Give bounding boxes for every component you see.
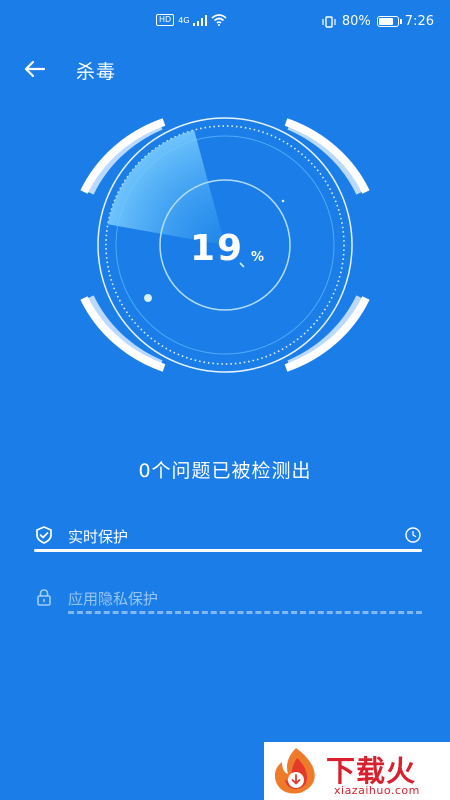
back-button[interactable] [20, 56, 50, 86]
lock-icon [37, 589, 51, 606]
flame-logo-icon [274, 748, 315, 794]
status-bar: HD 4G 80% 7:26 [0, 0, 450, 44]
signal-icon [193, 14, 208, 26]
scan-progress-unit: % [251, 250, 265, 265]
vibrate-icon [322, 15, 336, 28]
scan-progress-value: 19 [190, 228, 245, 269]
app-privacy-progress [68, 611, 422, 614]
scan-summary: 0个问题已被检测出 [138, 460, 312, 482]
watermark-logo: 下载火 xiazaihuo.com [264, 742, 450, 800]
scan-dot [144, 294, 152, 302]
page-title: 杀毒 [76, 61, 117, 83]
app-privacy-label: 应用隐私保护 [68, 590, 159, 608]
realtime-protection-progress [34, 549, 422, 552]
clock-time: 7:26 [404, 14, 434, 29]
hd-badge: HD [156, 14, 175, 26]
app-privacy-row[interactable]: 应用隐私保护 [34, 583, 422, 613]
wifi-icon [211, 14, 228, 26]
scan-dot-small [281, 199, 285, 203]
realtime-protection-label: 实时保护 [68, 528, 129, 546]
arrow-left-icon [24, 60, 46, 78]
clock-icon [405, 527, 421, 543]
battery-icon [376, 16, 402, 27]
network-type: 4G [178, 15, 190, 25]
status-right: 80% 7:26 [322, 14, 434, 29]
watermark-subtext: xiazaihuo.com [334, 784, 420, 797]
status-indicators: HD 4G [156, 14, 228, 26]
battery-fill [378, 18, 393, 25]
shield-check-icon [36, 526, 52, 544]
battery-percent: 80% [341, 14, 371, 29]
realtime-protection-row[interactable]: 实时保护 [34, 521, 422, 551]
